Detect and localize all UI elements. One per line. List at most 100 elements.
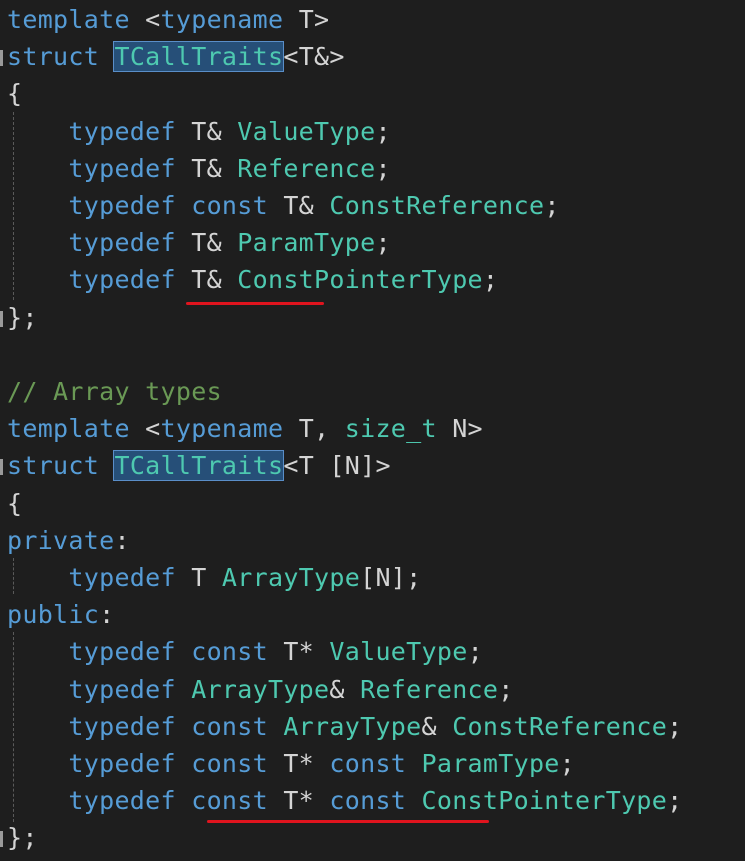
- code-token: ArrayType: [191, 674, 330, 704]
- code-token: ;: [467, 637, 483, 667]
- code-token: T&: [191, 228, 238, 258]
- code-token: ArrayType: [283, 711, 422, 741]
- code-token: const: [191, 749, 284, 778]
- code-token: private: [7, 525, 115, 555]
- code-line: struct TCallTraits<T [N]>: [7, 447, 391, 484]
- code-token: typedef: [68, 191, 192, 220]
- code-line: {: [7, 485, 22, 522]
- code-token: typedef: [68, 563, 192, 592]
- code-line: typedef T& Reference;: [7, 150, 391, 187]
- code-line: private:: [7, 522, 130, 559]
- code-line: public:: [7, 596, 114, 633]
- code-token: ParamType: [237, 228, 376, 258]
- code-token: typedef: [68, 637, 192, 667]
- code-token: :: [99, 600, 115, 630]
- code-token: ;: [544, 191, 560, 220]
- code-line: };: [7, 299, 38, 336]
- code-line: typedef T ArrayType[N];: [7, 559, 422, 596]
- code-token: size_t: [344, 414, 437, 444]
- fold-marker: [0, 311, 3, 327]
- code-token: ValueType: [329, 637, 468, 667]
- code-token: <: [145, 414, 161, 444]
- code-token: &: [421, 711, 453, 741]
- code-line: typedef T& ConstPointerType;: [7, 261, 498, 298]
- code-token: ;: [559, 749, 576, 778]
- code-token: typedef: [68, 749, 192, 778]
- fold-marker: [0, 831, 3, 847]
- code-token: [N];: [360, 563, 422, 592]
- code-token: <T&>: [283, 42, 345, 72]
- code-token: <: [145, 5, 161, 34]
- code-token: {: [7, 79, 23, 109]
- code-line: typedef const T* ValueType;: [7, 633, 483, 670]
- code-token: T*: [283, 637, 330, 667]
- code-token: ValueType: [237, 116, 376, 146]
- code-token: Reference: [360, 674, 499, 704]
- code-line: };: [7, 819, 38, 856]
- code-token: typedef: [68, 228, 192, 258]
- code-token: typedef: [68, 786, 192, 816]
- code-token: TCallTraits: [113, 41, 285, 73]
- code-line: typedef const T& ConstReference;: [7, 187, 560, 224]
- code-token: public: [7, 600, 100, 630]
- code-token: ;: [482, 265, 499, 295]
- code-token: ;: [498, 674, 514, 704]
- code-line: template <typename T, size_t N>: [7, 410, 483, 447]
- code-token: T&: [283, 191, 330, 220]
- code-token: Reference: [237, 153, 376, 183]
- code-token: T&: [191, 153, 238, 183]
- code-token: typedef: [68, 153, 192, 183]
- code-token: T*: [283, 749, 330, 778]
- code-line: struct TCallTraits<T&>: [7, 38, 345, 75]
- code-token: ;: [375, 153, 391, 183]
- code-token: ConstPointerType: [421, 786, 668, 816]
- code-token: typedef: [68, 265, 192, 295]
- code-token: const: [191, 711, 284, 741]
- code-editor[interactable]: template <typename T> struct TCallTraits<…: [0, 0, 745, 861]
- code-token: ConstReference: [452, 711, 668, 741]
- code-token: T,: [283, 414, 345, 444]
- fold-marker: [0, 459, 3, 475]
- code-token: T&: [191, 116, 238, 146]
- code-line: {: [7, 75, 22, 112]
- code-token: };: [7, 302, 38, 332]
- code-line: template <typename T>: [7, 1, 329, 38]
- code-token: const: [329, 749, 422, 778]
- fold-marker: [0, 50, 3, 66]
- code-token: ArrayType: [221, 563, 361, 592]
- code-token: ;: [667, 786, 683, 816]
- code-token: ;: [375, 228, 391, 258]
- code-token: N>: [436, 414, 483, 444]
- code-token: &: [329, 674, 361, 704]
- code-token: TCallTraits: [113, 450, 285, 482]
- code-token: const: [191, 637, 284, 667]
- code-token: ;: [375, 116, 391, 146]
- code-token: template: [7, 5, 146, 34]
- code-token: const: [329, 786, 422, 816]
- code-token: T&: [191, 265, 238, 295]
- code-token: struct: [7, 42, 115, 72]
- code-token: typedef: [68, 674, 192, 704]
- code-token: typedef: [68, 116, 192, 146]
- code-token: ParamType: [421, 749, 560, 778]
- code-line: typedef ArrayType& Reference;: [7, 671, 514, 708]
- code-token: };: [7, 823, 38, 853]
- code-token: T>: [283, 5, 330, 34]
- code-token: typename: [160, 414, 284, 444]
- code-token: T*: [283, 786, 330, 816]
- code-line: typedef const ArrayType& ConstReference;: [7, 708, 682, 745]
- code-line: typedef const T* const ConstPointerType;: [7, 782, 682, 819]
- code-line: typedef T& ValueType;: [7, 113, 391, 150]
- code-line: // Array types: [7, 373, 222, 410]
